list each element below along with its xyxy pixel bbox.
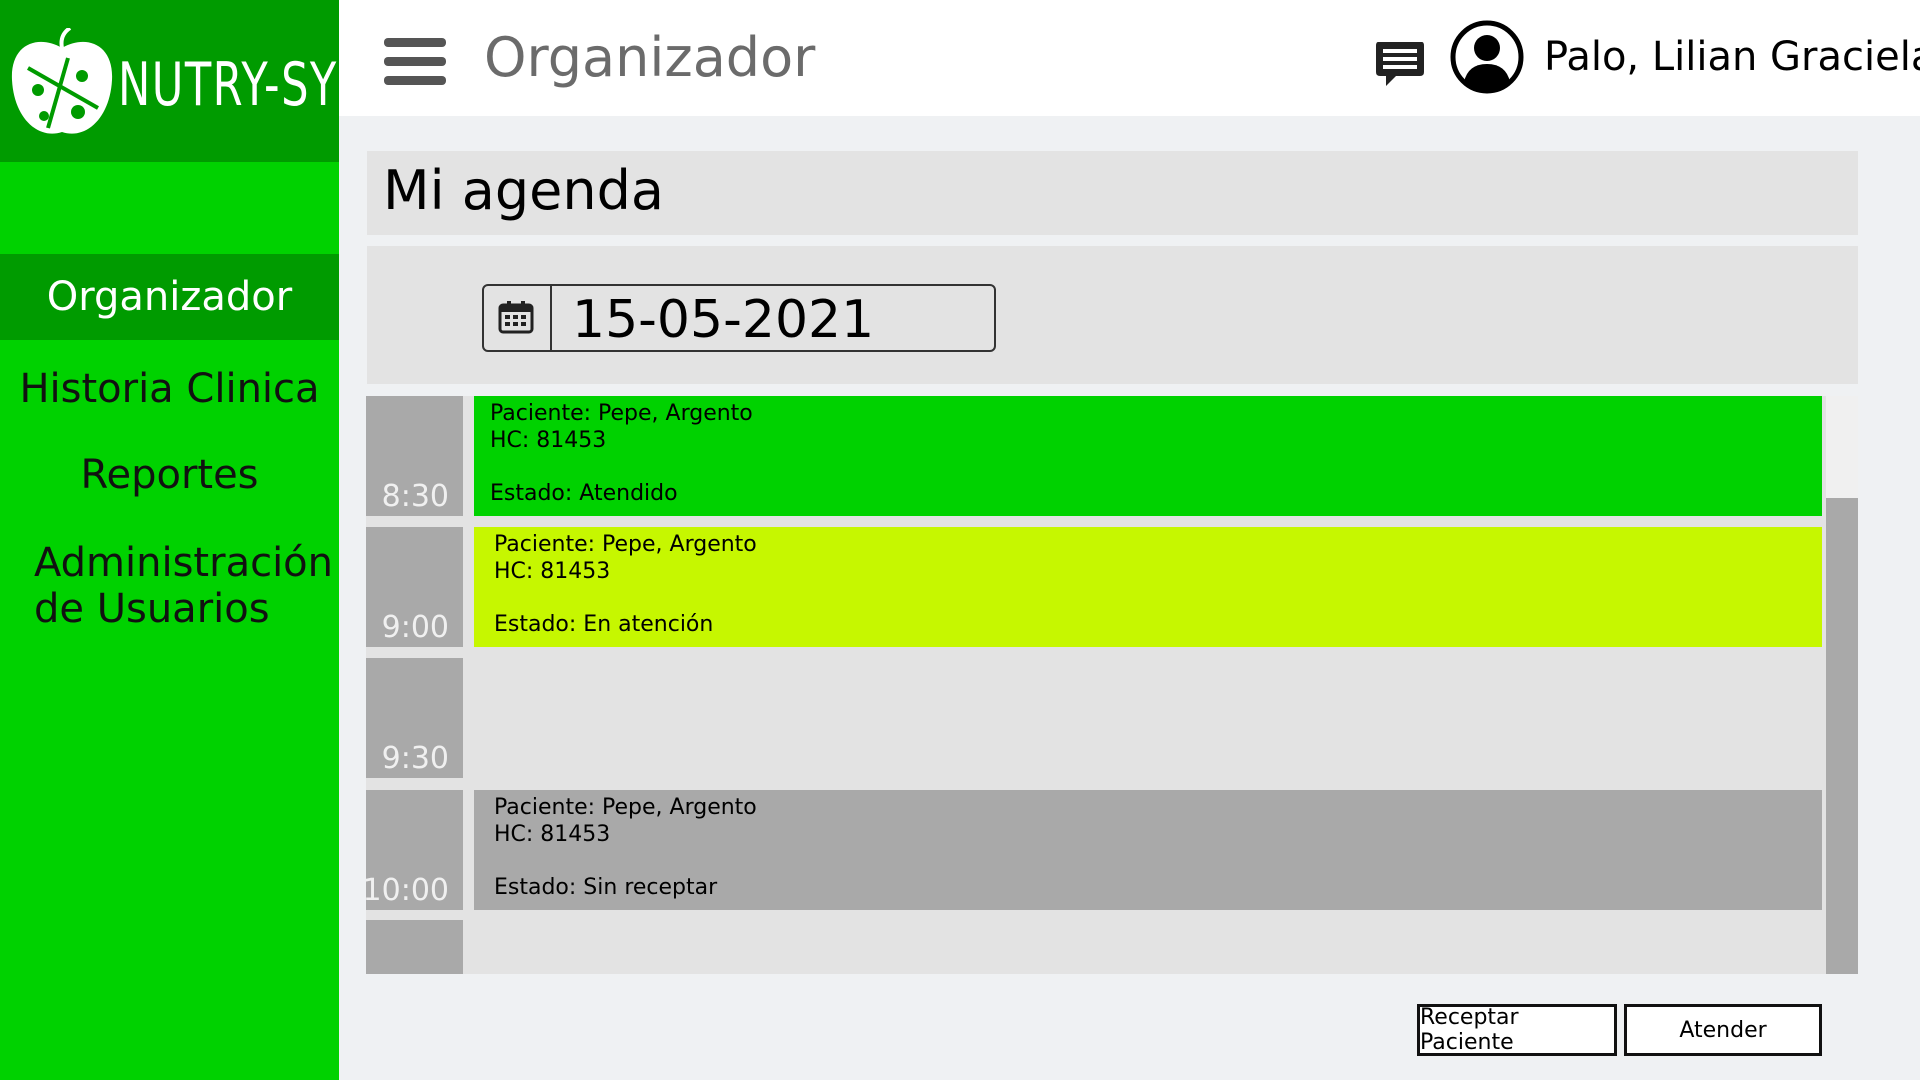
patient-hc: HC: 81453 <box>494 822 611 847</box>
patient-hc: HC: 81453 <box>494 559 611 584</box>
atender-button[interactable]: Atender <box>1624 1004 1822 1056</box>
sidebar-item-label-line2: de Usuarios <box>34 586 270 632</box>
time-slot-label: 9:00 <box>366 527 463 647</box>
sidebar: NUTRY-SYS Organizador Historia Clinica R… <box>0 0 365 1080</box>
patient-name: Paciente: Pepe, Argento <box>494 532 757 557</box>
date-input[interactable]: 15-05-2021 <box>482 284 996 352</box>
user-name[interactable]: Palo, Lilian Graciela <box>1544 34 1920 80</box>
receptar-paciente-button[interactable]: Receptar Paciente <box>1417 1004 1617 1056</box>
time-slot-label <box>366 920 463 974</box>
page-title: Organizador <box>484 26 816 89</box>
sidebar-item-reportes[interactable]: Reportes <box>0 448 339 502</box>
agenda-title-panel: Mi agenda <box>367 151 1858 235</box>
time-slot-label: 10:00 <box>366 790 463 910</box>
appointment-status: Estado: En atención <box>494 612 714 637</box>
time-label: 9:30 <box>381 741 449 776</box>
sidebar-item-label-line1: Administración <box>34 540 334 586</box>
appointment-card[interactable]: Paciente: Pepe, Argento HC: 81453 Estado… <box>474 527 1822 647</box>
date-value: 15-05-2021 <box>572 290 875 350</box>
sidebar-item-administracion-usuarios[interactable]: Administración de Usuarios <box>0 540 339 636</box>
appointment-status: Estado: Atendido <box>490 481 678 506</box>
patient-hc: HC: 81453 <box>490 428 607 453</box>
logo-bar: NUTRY-SYS <box>0 0 365 162</box>
time-label: 10:00 <box>366 873 449 908</box>
sidebar-item-organizador[interactable]: Organizador <box>0 254 339 340</box>
apple-logo-icon <box>11 28 113 134</box>
brand-name: NUTRY-SYS <box>118 50 367 120</box>
calendar-icon <box>498 301 534 334</box>
patient-name: Paciente: Pepe, Argento <box>494 795 757 820</box>
appointment-card[interactable]: Paciente: Pepe, Argento HC: 81453 Estado… <box>474 396 1822 516</box>
patient-name: Paciente: Pepe, Argento <box>490 401 753 426</box>
sidebar-item-label: Reportes <box>80 452 259 498</box>
calendar-button[interactable] <box>484 286 552 350</box>
time-label: 8:30 <box>381 479 449 514</box>
section-title: Mi agenda <box>383 159 664 222</box>
scrollbar-thumb[interactable] <box>1826 498 1858 974</box>
time-label: 9:00 <box>381 610 449 645</box>
appointment-card[interactable]: Paciente: Pepe, Argento HC: 81453 Estado… <box>474 790 1822 910</box>
sidebar-item-label: Historia Clinica <box>19 366 320 412</box>
time-slot-label: 8:30 <box>366 396 463 516</box>
sidebar-item-historia-clinica[interactable]: Historia Clinica <box>0 362 339 416</box>
user-avatar-icon[interactable] <box>1450 20 1524 94</box>
chat-icon[interactable] <box>1374 38 1426 88</box>
schedule-list: 8:30 Paciente: Pepe, Argento HC: 81453 E… <box>366 396 1858 974</box>
time-slot-label: 9:30 <box>366 658 463 778</box>
menu-icon[interactable] <box>384 38 446 86</box>
appointment-status: Estado: Sin receptar <box>494 875 718 900</box>
sidebar-item-label: Organizador <box>46 274 293 320</box>
